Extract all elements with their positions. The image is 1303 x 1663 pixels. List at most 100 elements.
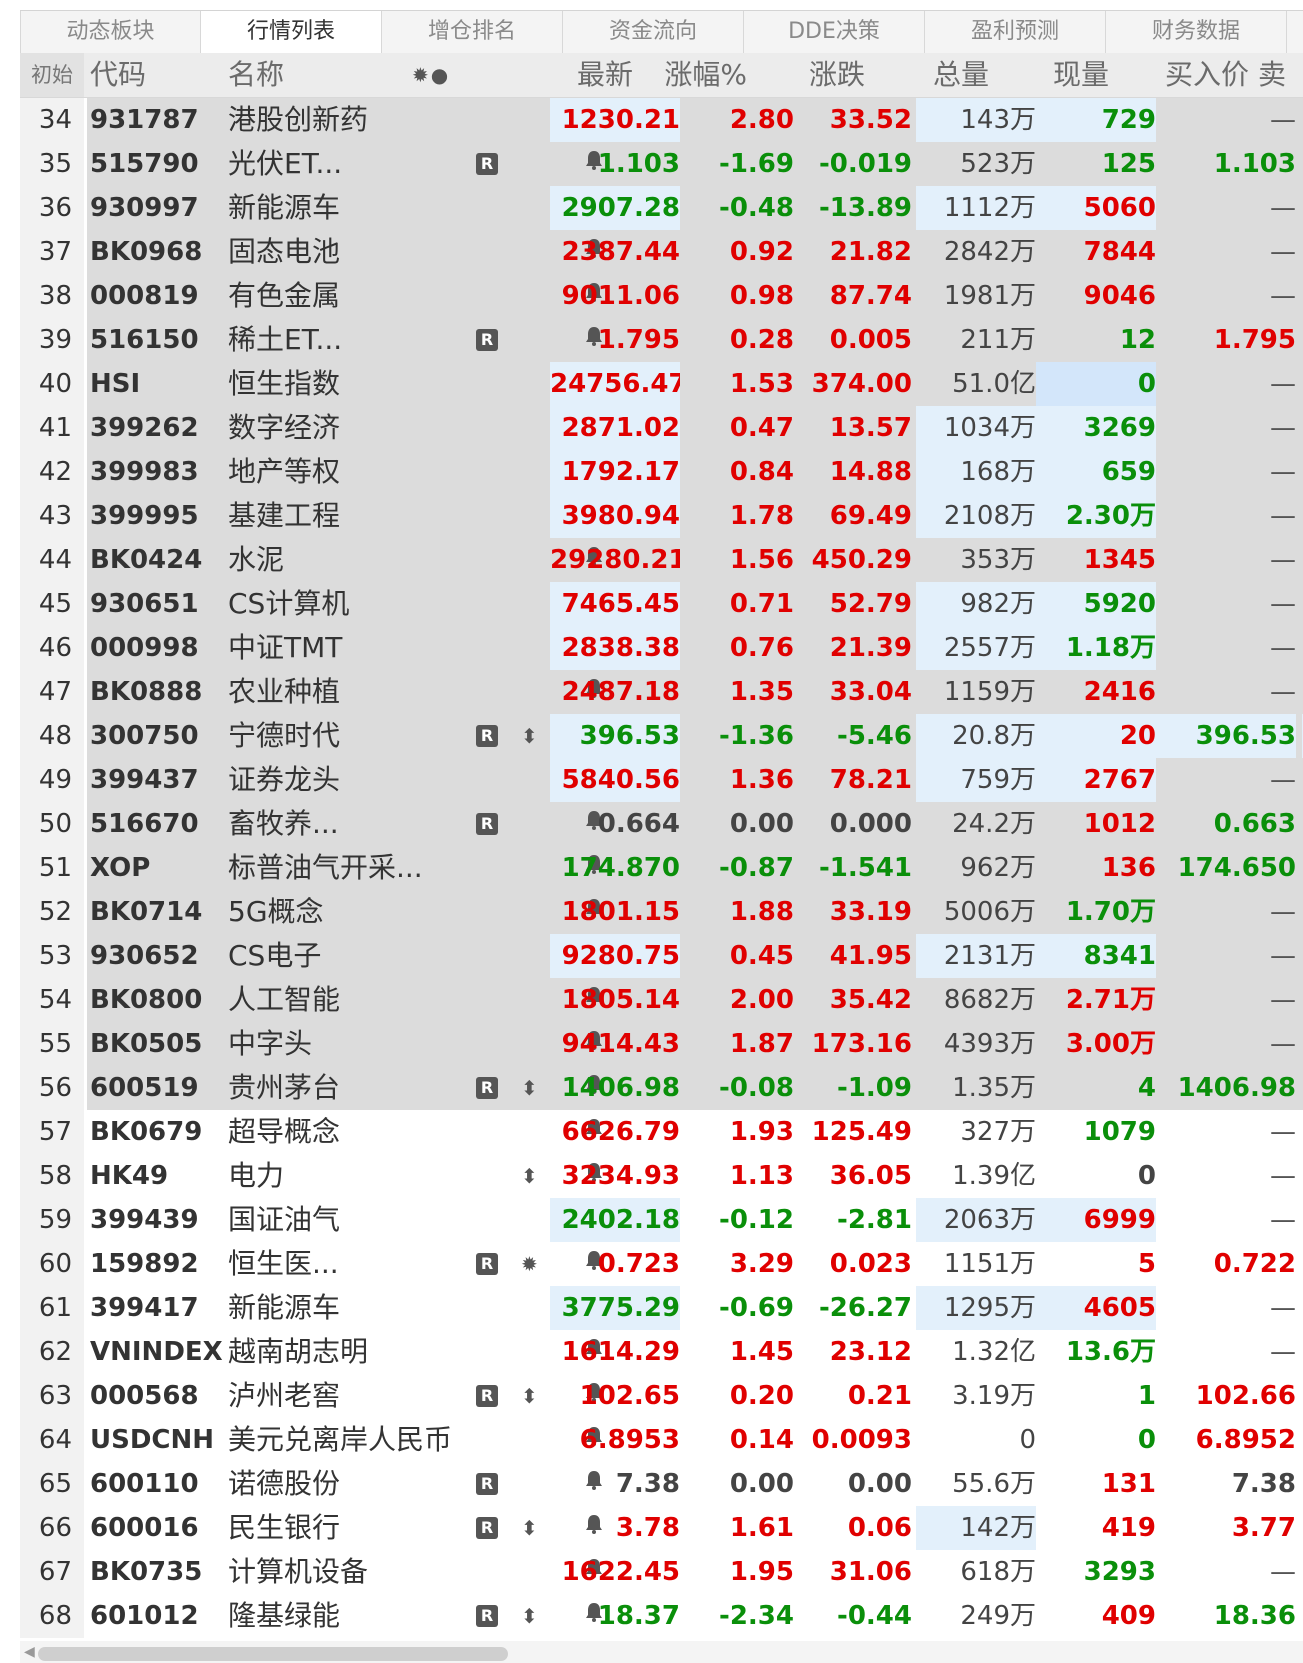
table-row[interactable]: 58 HK49 电力 ⬍ 3234.93 1.13 36.05 1.39亿 0 —: [20, 1154, 1303, 1198]
row-body[interactable]: BK0735 计算机设备 1622.45 1.95 31.06 618万 3293 —: [87, 1550, 1303, 1594]
row-body[interactable]: 930997 新能源车 2907.28 -0.48 -13.89 1112万 5060 —: [87, 186, 1303, 230]
row-body[interactable]: 600016 民生银行 R ⬍ 3.78 1.61 0.06 142万 419 3.77: [87, 1506, 1303, 1550]
row-body[interactable]: VNINDEX 越南胡志明 1614.29 1.45 23.12 1.32亿 13.6万 —: [87, 1330, 1303, 1374]
row-body[interactable]: 000568泸州老窖R⬍102.650.200.213.19万1102.661: [87, 1374, 1303, 1418]
table-row[interactable]: 47 BK0888 农业种植 2487.18 1.35 33.04 1159万 2416 —: [20, 670, 1303, 714]
row-body[interactable]: BK0714 5G概念 1801.15 1.88 33.19 5006万 1.70万 —: [87, 890, 1303, 934]
header-code[interactable]: 代码: [90, 53, 146, 97]
table-row[interactable]: 49 399437 证券龙头 5840.56 1.36 78.21 759万 2767 —: [20, 758, 1303, 802]
table-row[interactable]: 54 BK0800 人工智能 1805.14 2.00 35.42 8682万 2.71万 —: [20, 978, 1303, 1022]
table-row[interactable]: 51 XOP 标普油气开采... 174.870 -0.87 -1.541 962万 136 1…: [20, 846, 1303, 890]
header-price[interactable]: 最新: [510, 53, 633, 97]
table-row[interactable]: 48 300750 宁德时代 R ⬍ 396.53 -1.36 -5.46 20.8万 20 396…: [20, 714, 1303, 758]
table-row[interactable]: 45 930651 CS计算机 7465.45 0.71 52.79 982万 5920 —: [20, 582, 1303, 626]
row-number-cell: 54: [20, 978, 84, 1022]
tab-0[interactable]: 动态板块: [20, 11, 201, 53]
row-body[interactable]: 000998 中证TMT 2838.38 0.76 21.39 2557万 1.18万 —: [87, 626, 1303, 670]
row-body[interactable]: BK0424 水泥 29280.21 1.56 450.29 353万 1345 —: [87, 538, 1303, 582]
row-body[interactable]: 399439 国证油气 2402.18 -0.12 -2.81 2063万 6999 —: [87, 1198, 1303, 1242]
header-pct[interactable]: 涨幅%: [632, 53, 747, 97]
table-row[interactable]: 61 399417 新能源车 3775.29 -0.69 -26.27 1295万 4605 —: [20, 1286, 1303, 1330]
table-row[interactable]: 44 BK0424 水泥 29280.21 1.56 450.29 353万 1345 —: [20, 538, 1303, 582]
row-body[interactable]: 300750 宁德时代 R ⬍ 396.53 -1.36 -5.46 20.8万 20 396.5…: [87, 714, 1303, 758]
row-body[interactable]: BK0968 固态电池 2387.44 0.92 21.82 2842万 7844 —: [87, 230, 1303, 274]
table-row[interactable]: 36 930997 新能源车 2907.28 -0.48 -13.89 1112万 5060 —: [20, 186, 1303, 230]
header-cur[interactable]: 现量: [989, 53, 1109, 97]
row-body[interactable]: 399437 证券龙头 5840.56 1.36 78.21 759万 2767 —: [87, 758, 1303, 802]
row-body[interactable]: 600519 贵州茅台 R ⬍ 1406.98 -0.08 -1.09 1.35万 4 1406.…: [87, 1066, 1303, 1110]
table-row[interactable]: 43 399995 基建工程 3980.94 1.78 69.49 2108万 2.30万 —: [20, 494, 1303, 538]
stock-name: 民生银行: [228, 1511, 341, 1544]
row-body[interactable]: 601012 隆基绿能 R ⬍ 18.37 -2.34 -0.44 249万 409 18.36: [87, 1594, 1303, 1638]
table-row[interactable]: 66 600016 民生银行 R ⬍ 3.78 1.61 0.06 142万 419 3.77: [20, 1506, 1303, 1550]
header-bid[interactable]: 买入价: [1109, 53, 1249, 97]
header-flag-icons[interactable]: ✹●: [412, 53, 450, 97]
row-body[interactable]: XOP 标普油气开采... 174.870 -0.87 -1.541 962万 136 174…: [87, 846, 1303, 890]
row-body[interactable]: HSI 恒生指数 24756.47 1.53 374.00 51.0亿 0 —: [87, 362, 1303, 406]
row-body[interactable]: HK49 电力 ⬍ 3234.93 1.13 36.05 1.39亿 0 —: [87, 1154, 1303, 1198]
row-body[interactable]: BK0888 农业种植 2487.18 1.35 33.04 1159万 2416 —: [87, 670, 1303, 714]
header-ask[interactable]: 卖: [1258, 53, 1286, 97]
table-row[interactable]: 34 931787 港股创新药 1230.21 2.80 33.52 143万 729 —: [20, 98, 1303, 142]
table-row[interactable]: 57 BK0679 超导概念 6626.79 1.93 125.49 327万 1079 —: [20, 1110, 1303, 1154]
row-body[interactable]: 930651 CS计算机 7465.45 0.71 52.79 982万 5920 —: [87, 582, 1303, 626]
current-volume: 3293: [1083, 1557, 1156, 1587]
row-body[interactable]: 399995 基建工程 3980.94 1.78 69.49 2108万 2.30万 —: [87, 494, 1303, 538]
table-row[interactable]: 50 516670 畜牧养... R 0.664 0.00 0.000 24.2万 1012 0.…: [20, 802, 1303, 846]
total-volume: 20.8万: [916, 714, 1036, 758]
scrollbar-thumb[interactable]: [38, 1647, 508, 1661]
header-chg[interactable]: 涨跌: [747, 53, 865, 97]
table-row[interactable]: 37 BK0968 固态电池 2387.44 0.92 21.82 2842万 7844 —: [20, 230, 1303, 274]
row-body[interactable]: 930652 CS电子 9280.75 0.45 41.95 2131万 8341 —: [87, 934, 1303, 978]
row-body[interactable]: 515790 光伏ET... R 1.103 -1.69 -0.019 523万 125 1.1…: [87, 142, 1303, 186]
latest-price: 9011.06: [561, 281, 680, 311]
table-row[interactable]: 42 399983 地产等权 1792.17 0.84 14.88 168万 659 —: [20, 450, 1303, 494]
table-row[interactable]: 67 BK0735 计算机设备 1622.45 1.95 31.06 618万 3293 —: [20, 1550, 1303, 1594]
table-row[interactable]: 56 600519 贵州茅台 R ⬍ 1406.98 -0.08 -1.09 1.35万 4 140…: [20, 1066, 1303, 1110]
table-row[interactable]: 52 BK0714 5G概念 1801.15 1.88 33.19 5006万 1.70万 —: [20, 890, 1303, 934]
table-row[interactable]: 40 HSI 恒生指数 24756.47 1.53 374.00 51.0亿 0 —: [20, 362, 1303, 406]
row-body[interactable]: BK0800 人工智能 1805.14 2.00 35.42 8682万 2.71万 —: [87, 978, 1303, 1022]
tab-1[interactable]: 行情列表: [201, 11, 382, 53]
stock-code: 159892: [90, 1249, 199, 1279]
row-number-cell: 38: [20, 274, 84, 318]
row-body[interactable]: USDCNH美元兑离岸人民币6.89530.140.0093006.89526: [87, 1418, 1303, 1462]
row-number: 40: [38, 369, 72, 399]
table-row[interactable]: 38 000819 有色金属 9011.06 0.98 87.74 1981万 9046 —: [20, 274, 1303, 318]
table-row[interactable]: 59 399439 国证油气 2402.18 -0.12 -2.81 2063万 6999 —: [20, 1198, 1303, 1242]
horizontal-scrollbar[interactable]: ◀: [20, 1641, 1303, 1663]
row-body[interactable]: 516670 畜牧养... R 0.664 0.00 0.000 24.2万 1012 0.66…: [87, 802, 1303, 846]
header-vol[interactable]: 总量: [865, 53, 989, 97]
row-body[interactable]: 399983 地产等权 1792.17 0.84 14.88 168万 659 —: [87, 450, 1303, 494]
tab-5[interactable]: 盈利预测: [925, 11, 1106, 53]
row-body[interactable]: 399262 数字经济 2871.02 0.47 13.57 1034万 3269 —: [87, 406, 1303, 450]
row-body[interactable]: 600110 诺德股份 R 7.38 0.00 0.00 55.6万 131 7.38: [87, 1462, 1303, 1506]
row-body[interactable]: 516150 稀土ET... R 1.795 0.28 0.005 211万 12 1.795: [87, 318, 1303, 362]
row-body[interactable]: BK0505 中字头 9414.43 1.87 173.16 4393万 3.00万 —: [87, 1022, 1303, 1066]
table-row[interactable]: 46 000998 中证TMT 2838.38 0.76 21.39 2557万 1.18万 —: [20, 626, 1303, 670]
table-row[interactable]: 53 930652 CS电子 9280.75 0.45 41.95 2131万 8341 —: [20, 934, 1303, 978]
table-row[interactable]: 60 159892 恒生医... R ✹ 0.723 3.29 0.023 1151万 5 0.72…: [20, 1242, 1303, 1286]
row-body[interactable]: 931787 港股创新药 1230.21 2.80 33.52 143万 729 —: [87, 98, 1303, 142]
tab-4[interactable]: DDE决策: [744, 11, 925, 53]
row-body[interactable]: 000819 有色金属 9011.06 0.98 87.74 1981万 9046 —: [87, 274, 1303, 318]
row-body[interactable]: 399417 新能源车 3775.29 -0.69 -26.27 1295万 4605 —: [87, 1286, 1303, 1330]
table-row[interactable]: 39 516150 稀土ET... R 1.795 0.28 0.005 211万 12 1.79…: [20, 318, 1303, 362]
header-name[interactable]: 名称: [228, 53, 284, 97]
table-row[interactable]: 64 USDCNH 美元兑离岸人民币 6.8953 0.14 0.0093 0 0 6.8952…: [20, 1418, 1303, 1462]
table-row[interactable]: 55 BK0505 中字头 9414.43 1.87 173.16 4393万 3.00万 —: [20, 1022, 1303, 1066]
table-row[interactable]: 68 601012 隆基绿能 R ⬍ 18.37 -2.34 -0.44 249万 409 18.3…: [20, 1594, 1303, 1638]
tab-6[interactable]: 财务数据: [1106, 11, 1287, 53]
table-row[interactable]: 62 VNINDEX 越南胡志明 1614.29 1.45 23.12 1.32亿 13.6万…: [20, 1330, 1303, 1374]
tab-3[interactable]: 资金流向: [563, 11, 744, 53]
tab-2[interactable]: 增仓排名: [382, 11, 563, 53]
sort-reset-button[interactable]: 初始: [20, 53, 84, 97]
scroll-left-icon[interactable]: ◀: [24, 1641, 35, 1663]
row-number-cell: 50: [20, 802, 84, 846]
row-body[interactable]: 159892 恒生医... R ✹ 0.723 3.29 0.023 1151万 5 0.722: [87, 1242, 1303, 1286]
table-row[interactable]: 63 000568 泸州老窖 R ⬍ 102.65 0.20 0.21 3.19万 1 102.66…: [20, 1374, 1303, 1418]
table-row[interactable]: 41 399262 数字经济 2871.02 0.47 13.57 1034万 3269 —: [20, 406, 1303, 450]
row-body[interactable]: BK0679 超导概念 6626.79 1.93 125.49 327万 1079 —: [87, 1110, 1303, 1154]
table-row[interactable]: 35 515790 光伏ET... R 1.103 -1.69 -0.019 523万 125 1…: [20, 142, 1303, 186]
table-row[interactable]: 65 600110 诺德股份 R 7.38 0.00 0.00 55.6万 131 7.38: [20, 1462, 1303, 1506]
